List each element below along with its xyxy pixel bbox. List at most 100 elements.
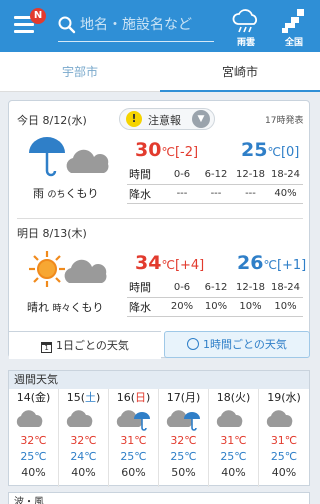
tomorrow-weather-sub: 時々 — [52, 304, 71, 314]
weekly-day[interactable]: 18(火) 31℃ 25℃ 40% — [209, 389, 259, 487]
time-label: 時間 — [127, 278, 165, 298]
weekly-low: 25℃ — [20, 450, 47, 463]
period: 6-12 — [199, 278, 233, 298]
tomorrow-rain-table: 時間 0-6 6-12 12-18 18-24 降水 20% 10% 10% 1… — [127, 278, 303, 317]
weekly-low: 25℃ — [120, 450, 147, 463]
rain-value: 10% — [268, 297, 303, 317]
today-rain-row: 降水 --- --- --- 40% — [127, 184, 303, 204]
weekly-icon-wrap — [9, 407, 58, 433]
cloud-icon — [16, 410, 42, 427]
today-weather-main: 雨 — [33, 187, 44, 200]
rain-value: --- — [233, 184, 268, 204]
nationwide-button[interactable]: 全国 — [274, 8, 314, 48]
weekly-day[interactable]: 14(金) 32℃ 25℃ 40% — [9, 389, 59, 487]
calendar-icon: 1 — [41, 342, 53, 353]
today-high-diff: [-2] — [174, 145, 199, 160]
weekly-date: 15(土) — [66, 391, 101, 404]
weekly-icon-wrap — [59, 407, 108, 433]
weekly-icon-wrap — [209, 407, 258, 433]
rain-label: 降水 — [127, 297, 165, 317]
weekly-high: 31℃ — [270, 434, 298, 447]
weekly-dow: 水 — [285, 391, 297, 404]
rain-radar-label: 雨雲 — [236, 38, 255, 48]
weekly-rain: 60% — [121, 466, 146, 479]
weekly-day[interactable]: 17(月) 32℃ 25℃ 50% — [159, 389, 209, 487]
tab-ube[interactable]: 宇部市 — [0, 52, 160, 92]
hourly-forecast-button[interactable]: 1時間ごとの天気 — [164, 331, 310, 358]
weekly-date: 14(金) — [16, 391, 51, 404]
weekly-high: 31℃ — [120, 434, 147, 447]
weekly-high: 32℃ — [170, 434, 197, 447]
umbrella-cloud-icon — [29, 137, 109, 177]
weekly-date: 17(月) — [166, 391, 201, 404]
today-low-value: 25 — [241, 139, 268, 161]
weekly-day[interactable]: 16(日) 31℃ 25℃ 60% — [109, 389, 159, 487]
weekly-day[interactable]: 19(水) 31℃ 25℃ 40% — [259, 389, 309, 487]
alert-label: 注意報 — [148, 114, 181, 127]
app-header: N 雨雲 全国 — [0, 0, 320, 52]
weekly-rain: 40% — [71, 466, 96, 479]
search-input[interactable] — [80, 14, 214, 36]
notification-badge: N — [30, 8, 46, 24]
today-low-temp: 25℃[0] — [241, 139, 299, 161]
rain-value: --- — [199, 184, 233, 204]
section-divider — [17, 218, 303, 219]
period: 12-18 — [233, 278, 268, 298]
nationwide-label: 全国 — [284, 38, 303, 48]
tomorrow-weather-end: くもり — [70, 301, 104, 314]
weekly-low: 24℃ — [70, 450, 97, 463]
today-high-value: 30 — [135, 139, 162, 161]
rain-value: 40% — [268, 184, 303, 204]
alert-button[interactable]: ! 注意報 ▼ — [119, 108, 215, 130]
today-low-unit: ℃ — [267, 145, 281, 159]
daily-forecast-button[interactable]: 1 1日ごとの天気 — [9, 331, 161, 359]
weekly-low: 25℃ — [220, 450, 247, 463]
cloud-icon — [216, 410, 242, 427]
today-weather-end: くもり — [65, 187, 99, 200]
weekly-date-num: 18 — [216, 391, 231, 404]
today-rain-table: 時間 0-6 6-12 12-18 18-24 降水 --- --- --- 4… — [127, 165, 303, 204]
weekly-forecast: 週間天気 14(金) 32℃ 25℃ 40% 15(土) 32℃ 24℃ 40% 16(日) 31… — [8, 370, 310, 487]
weekly-dow: 日 — [135, 391, 146, 404]
search-box[interactable] — [58, 10, 214, 42]
daily-forecast-label: 1日ごとの天気 — [56, 339, 129, 352]
tomorrow-low-unit: ℃ — [263, 258, 277, 272]
period: 18-24 — [268, 165, 303, 185]
rain-radar-button[interactable]: 雨雲 — [226, 8, 266, 48]
weekly-dow: 火 — [235, 391, 246, 404]
weekly-day[interactable]: 15(土) 32℃ 24℃ 40% — [59, 389, 109, 487]
rain-value: 20% — [165, 297, 199, 317]
weekly-icon-wrap — [159, 407, 208, 433]
tomorrow-high-temp: 34℃[+4] — [135, 252, 204, 274]
tomorrow-low-temp: 26℃[+1] — [237, 252, 306, 274]
weekly-date: 19(水) — [267, 391, 301, 404]
weekly-high: 32℃ — [70, 434, 97, 447]
rain-value: 10% — [199, 297, 233, 317]
period: 12-18 — [233, 165, 268, 185]
tab-miyazaki[interactable]: 宮崎市 — [160, 52, 320, 92]
cloud-umbrella-icon — [166, 410, 200, 431]
today-time-row: 時間 0-6 6-12 12-18 18-24 — [127, 165, 303, 185]
weekly-icon-wrap — [259, 407, 309, 433]
weekly-icon-wrap — [109, 407, 158, 433]
weekly-date-num: 19 — [267, 391, 282, 404]
weekly-low: 25℃ — [270, 450, 298, 463]
tomorrow-weather-main: 晴れ — [27, 301, 49, 314]
rain-value: --- — [165, 184, 199, 204]
time-label: 時間 — [127, 165, 165, 185]
today-weather-text: 雨 のちくもり — [33, 185, 99, 201]
today-title: 今日 8/12(水) — [17, 114, 87, 127]
tomorrow-low-diff: [+1] — [276, 258, 307, 273]
menu-icon-bar — [14, 23, 34, 26]
period: 0-6 — [165, 165, 199, 185]
weekly-dow: 月 — [185, 391, 196, 404]
rain-value: 10% — [233, 297, 268, 317]
today-high-unit: ℃ — [161, 145, 175, 159]
cloud-umbrella-icon — [116, 410, 150, 431]
menu-icon-bar — [14, 30, 34, 33]
weekly-dow: 金 — [35, 391, 46, 404]
tomorrow-title: 明日 8/13(木) — [17, 227, 87, 240]
wave-wind-section: 波・風 — [8, 492, 310, 504]
menu-button[interactable]: N — [14, 8, 46, 36]
weekly-title: 週間天気 — [9, 371, 309, 389]
